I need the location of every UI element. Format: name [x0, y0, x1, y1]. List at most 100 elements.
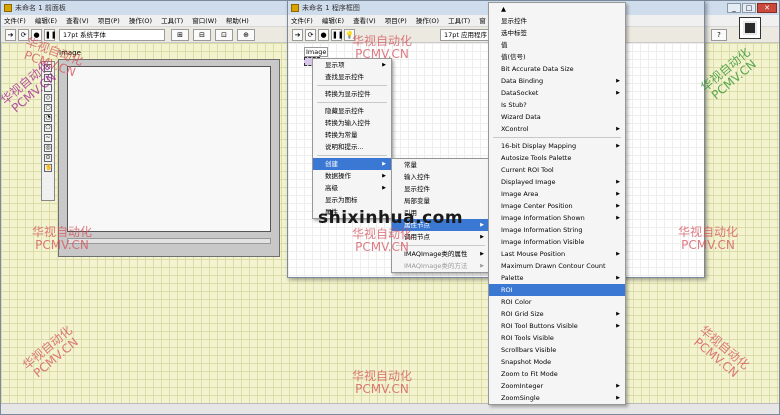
fp-close-button[interactable]: ✕ [757, 3, 777, 13]
context-menu-item[interactable]: 显示为图标 [313, 194, 391, 206]
property-menu-item[interactable]: Data Binding ▶ [489, 75, 625, 87]
palette-freehand-icon[interactable]: ~ [44, 134, 52, 142]
bd-run-continuous-icon[interactable]: ⟳ [305, 29, 316, 41]
context-menu-item[interactable]: 查找显示控件 [313, 71, 391, 83]
bd-abort-icon[interactable]: ● [318, 29, 329, 41]
context-help-icon[interactable]: ? [711, 29, 727, 41]
resize-objects-icon[interactable]: ⊡ [215, 29, 233, 41]
vi-connector-pane-icon[interactable] [739, 17, 761, 39]
fp-minimize-button[interactable]: _ [727, 3, 741, 13]
property-menu-item-label: Current ROI Tool [501, 166, 554, 174]
property-menu-item[interactable]: Scrollbars Visible [489, 344, 625, 356]
property-menu-item[interactable]: Displayed Image ▶ [489, 176, 625, 188]
bd-menu-operate[interactable]: 操作(O) [416, 17, 439, 25]
property-menu-item[interactable]: Zoom to Fit Mode [489, 368, 625, 380]
property-menu-item[interactable]: 16-bit Display Mapping ▶ [489, 140, 625, 152]
terminal-context-menu: 显示项 ▶ 查找显示控件 转换为显示控件 隐藏显示控件 转换为输入控件 转换为常量 说明和提示… [312, 58, 392, 219]
submenu-arrow-icon: ▶ [616, 275, 620, 281]
property-menu-item[interactable]: DataSocket ▶ [489, 87, 625, 99]
bd-pause-icon[interactable]: ❚❚ [331, 29, 344, 41]
fp-menu-edit[interactable]: 编辑(E) [35, 17, 57, 25]
property-menu-item[interactable]: 值 [489, 39, 625, 51]
fp-menu-operate[interactable]: 操作(O) [129, 17, 152, 25]
palette-annulus-icon[interactable]: ◎ [44, 144, 52, 152]
font-selector[interactable]: 17pt 系统字体 [59, 29, 165, 41]
bd-menu-file[interactable]: 文件(F) [291, 17, 313, 25]
bd-menu-window[interactable]: 窗 [479, 17, 486, 25]
property-menu-item-label: ROI Tool Buttons Visible [501, 322, 578, 330]
bd-menu-tools[interactable]: 工具(T) [448, 17, 470, 25]
fp-menu-help[interactable]: 帮助(H) [226, 17, 249, 25]
property-menu-item[interactable]: Snapshot Mode [489, 356, 625, 368]
bd-menu-view[interactable]: 查看(V) [353, 17, 376, 25]
palette-pan-icon[interactable]: ✋ [44, 164, 52, 172]
property-menu-item[interactable]: Last Mouse Position ▶ [489, 248, 625, 260]
context-menu-item[interactable]: 数据操作 ▶ [313, 170, 391, 182]
distribute-objects-icon[interactable]: ⊟ [193, 29, 211, 41]
reorder-icon[interactable]: ⊕ [237, 29, 255, 41]
property-menu-item[interactable]: Image Area ▶ [489, 188, 625, 200]
watermark-en: PCMV.CN [355, 47, 409, 61]
menu-separator [317, 85, 387, 86]
fp-menu-project[interactable]: 项目(P) [98, 17, 120, 25]
property-menu-item[interactable]: Autosize Tools Palette [489, 152, 625, 164]
property-menu-item[interactable]: Image Information Shown ▶ [489, 212, 625, 224]
context-menu-item[interactable]: 创建 ▶ [313, 158, 391, 170]
fp-menu-view[interactable]: 查看(V) [66, 17, 89, 25]
property-menu-item[interactable]: 显示控件 [489, 15, 625, 27]
property-menu-item[interactable]: ROI Tool Buttons Visible ▶ [489, 320, 625, 332]
property-menu-item[interactable]: ▲ [489, 3, 625, 15]
property-menu-item[interactable]: Palette ▶ [489, 272, 625, 284]
property-menu-item[interactable]: Wizard Data [489, 111, 625, 123]
property-menu-item-label: Is Stub? [501, 101, 527, 109]
fp-maximize-button[interactable]: □ [742, 3, 756, 13]
submenu-arrow-icon: ▶ [382, 161, 386, 167]
property-menu-item[interactable]: 值(信号) [489, 51, 625, 63]
context-menu-item[interactable]: 转换为显示控件 [313, 88, 391, 100]
create-menu-item[interactable]: 常量 [392, 159, 489, 171]
submenu-arrow-icon: ▶ [382, 185, 386, 191]
property-menu-item[interactable]: Image Information String [489, 224, 625, 236]
property-menu-item[interactable]: XControl ▶ [489, 123, 625, 135]
image-display-area[interactable] [67, 66, 271, 232]
context-menu-item[interactable]: 高级 ▶ [313, 182, 391, 194]
property-menu-item[interactable]: ZoomSingle ▶ [489, 392, 625, 404]
palette-rotated-rect-icon[interactable]: ◇ [44, 94, 52, 102]
property-menu-item[interactable]: Is Stub? [489, 99, 625, 111]
property-menu-item[interactable]: Maximum Drawn Contour Count [489, 260, 625, 272]
property-menu-item[interactable]: ZoomInteger ▶ [489, 380, 625, 392]
property-menu-item[interactable]: Image Center Position ▶ [489, 200, 625, 212]
property-menu-item[interactable]: Current ROI Tool [489, 164, 625, 176]
pause-icon[interactable]: ❚❚ [44, 29, 57, 41]
context-menu-item[interactable]: 说明和提示... [313, 141, 391, 153]
context-menu-item[interactable]: 隐藏显示控件 [313, 105, 391, 117]
property-menu-item[interactable]: ROI Grid Size ▶ [489, 308, 625, 320]
property-menu-item[interactable]: ROI Tools Visible [489, 332, 625, 344]
image-terminal-label: Image [304, 47, 329, 57]
bd-run-arrow-icon[interactable]: ➔ [292, 29, 303, 41]
context-menu-item[interactable]: 转换为常量 [313, 129, 391, 141]
property-menu-item[interactable]: 选中标签 [489, 27, 625, 39]
palette-arc-icon[interactable]: ◔ [44, 114, 52, 122]
image-scrollbar[interactable] [67, 238, 271, 244]
palette-oval-icon[interactable]: ○ [44, 104, 52, 112]
palette-polygon-icon[interactable]: ⬠ [44, 124, 52, 132]
context-menu-item-label: 转换为输入控件 [325, 119, 371, 127]
create-menu-item[interactable]: 显示控件 [392, 183, 489, 195]
property-menu-item[interactable]: ROI Color [489, 296, 625, 308]
property-menu-item[interactable]: ROI [489, 284, 625, 296]
property-menu-item[interactable]: Image Information Visible [489, 236, 625, 248]
fp-menu-file[interactable]: 文件(F) [4, 17, 26, 25]
bd-menu-edit[interactable]: 编辑(E) [322, 17, 344, 25]
bd-menu-project[interactable]: 项目(P) [385, 17, 407, 25]
fp-menu-tools[interactable]: 工具(T) [161, 17, 183, 25]
align-objects-icon[interactable]: ⊞ [171, 29, 189, 41]
submenu-arrow-icon: ▶ [382, 173, 386, 179]
context-menu-item[interactable]: 转换为输入控件 [313, 117, 391, 129]
fp-menu-window[interactable]: 窗口(W) [192, 17, 217, 25]
palette-zoom-icon[interactable]: ⊙ [44, 154, 52, 162]
create-menu-item[interactable]: 局部变量 [392, 195, 489, 207]
run-arrow-icon[interactable]: ➔ [5, 29, 16, 41]
property-menu-item[interactable]: Bit Accurate Data Size [489, 63, 625, 75]
create-menu-item[interactable]: 输入控件 [392, 171, 489, 183]
